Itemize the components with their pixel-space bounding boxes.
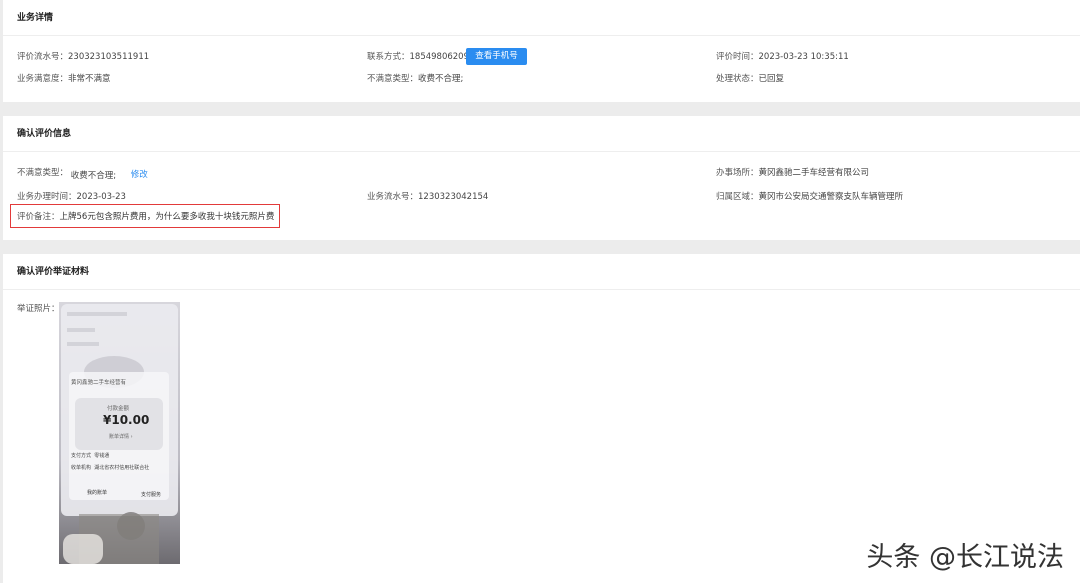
process-status-value: 已回复 bbox=[758, 74, 785, 84]
photo-org-value: 湖北省农村信用社联合社 bbox=[94, 465, 150, 471]
dissatisfaction-type-field: 不满意类型：收费不合理; bbox=[367, 72, 463, 84]
remark-label: 评价备注： bbox=[17, 212, 60, 222]
contact-field: 联系方式：18549806209 bbox=[367, 50, 469, 62]
dissatisfaction-type-value: 收费不合理; bbox=[418, 74, 464, 84]
region-value: 黄冈市公安局交通警察支队车辆管理所 bbox=[758, 192, 904, 202]
photo-btn-right: 支付服务 bbox=[141, 492, 162, 498]
remark-field: 评价备注：上牌56元包含照片费用，为什么要多收我十块钱元照片费 bbox=[17, 210, 274, 222]
process-status-field: 处理状态：已回复 bbox=[716, 72, 784, 84]
evidence-photo[interactable]: 黄冈鑫驰二手车经营有 付款金额 ¥10.00 账单详情 › 支付方式 零钱通 收… bbox=[59, 302, 180, 564]
watermark-text: 头条 @长江说法 bbox=[866, 542, 1064, 573]
eval-serial-label: 评价流水号： bbox=[17, 52, 69, 62]
view-phone-button[interactable]: 查看手机号 bbox=[466, 48, 527, 65]
remark-value: 上牌56元包含照片费用，为什么要多收我十块钱元照片费 bbox=[59, 212, 275, 222]
photo-pay-method-label: 支付方式 bbox=[71, 453, 92, 459]
region-field: 归属区域：黄冈市公安局交通警察支队车辆管理所 bbox=[716, 190, 903, 202]
confirm-eval-title: 确认评价信息 bbox=[3, 116, 1080, 152]
business-details-title: 业务详情 bbox=[3, 0, 1080, 36]
eval-time-value: 2023-03-23 10:35:11 bbox=[758, 52, 849, 62]
satisfaction-field: 业务满意度：非常不满意 bbox=[17, 72, 111, 84]
photo-detail: 账单详情 › bbox=[109, 434, 133, 440]
confirm-dissatisfaction-value: 收费不合理; bbox=[70, 171, 117, 181]
photo-merchant: 黄冈鑫驰二手车经营有 bbox=[71, 380, 127, 386]
photo-btn-left: 我的账单 bbox=[87, 490, 108, 496]
confirm-dissatisfaction-label: 不满意类型： bbox=[17, 168, 69, 178]
business-details-card: 业务详情 评价流水号：230323103511911 联系方式：18549806… bbox=[3, 0, 1080, 102]
eval-serial-field: 评价流水号：230323103511911 bbox=[17, 50, 149, 62]
business-serial-field: 业务流水号：1230323042154 bbox=[367, 190, 488, 202]
photo-org: 收单机构 湖北省农村信用社联合社 bbox=[71, 464, 149, 471]
satisfaction-label: 业务满意度： bbox=[17, 74, 69, 84]
region-label: 归属区域： bbox=[716, 192, 759, 202]
photo-label: 举证照片： bbox=[17, 304, 60, 314]
business-serial-label: 业务流水号： bbox=[367, 192, 419, 202]
photo-paid-label: 付款金额 bbox=[107, 406, 130, 412]
evidence-title: 确认评价举证材料 bbox=[3, 254, 1080, 290]
office-label: 办事场所： bbox=[716, 168, 759, 178]
satisfaction-value: 非常不满意 bbox=[68, 74, 111, 84]
dissatisfaction-type-label: 不满意类型： bbox=[367, 74, 419, 84]
office-field: 办事场所：黄冈鑫驰二手车经营有限公司 bbox=[716, 166, 869, 178]
office-value: 黄冈鑫驰二手车经营有限公司 bbox=[758, 168, 870, 178]
photo-pay-method-value: 零钱通 bbox=[94, 453, 110, 459]
handle-time-value: 2023-03-23 bbox=[76, 192, 126, 202]
confirm-eval-card: 确认评价信息 不满意类型： 收费不合理; 修改 办事场所：黄冈鑫驰二手车经营有限… bbox=[3, 116, 1080, 240]
photo-org-label: 收单机构 bbox=[71, 465, 92, 471]
contact-value: 18549806209 bbox=[409, 52, 470, 62]
handle-time-field: 业务办理时间：2023-03-23 bbox=[17, 190, 126, 202]
business-serial-value: 1230323042154 bbox=[418, 192, 489, 202]
handle-time-label: 业务办理时间： bbox=[17, 192, 77, 202]
photo-amount: ¥10.00 bbox=[103, 413, 150, 427]
photo-pay-method: 支付方式 零钱通 bbox=[71, 452, 109, 459]
process-status-label: 处理状态： bbox=[716, 74, 759, 84]
eval-time-label: 评价时间： bbox=[716, 52, 759, 62]
eval-serial-value: 230323103511911 bbox=[68, 52, 150, 62]
edit-link[interactable]: 修改 bbox=[131, 170, 148, 180]
contact-label: 联系方式： bbox=[367, 52, 410, 62]
confirm-dissatisfaction-field: 不满意类型： 收费不合理; 修改 bbox=[17, 166, 148, 181]
eval-time-field: 评价时间：2023-03-23 10:35:11 bbox=[716, 50, 849, 62]
